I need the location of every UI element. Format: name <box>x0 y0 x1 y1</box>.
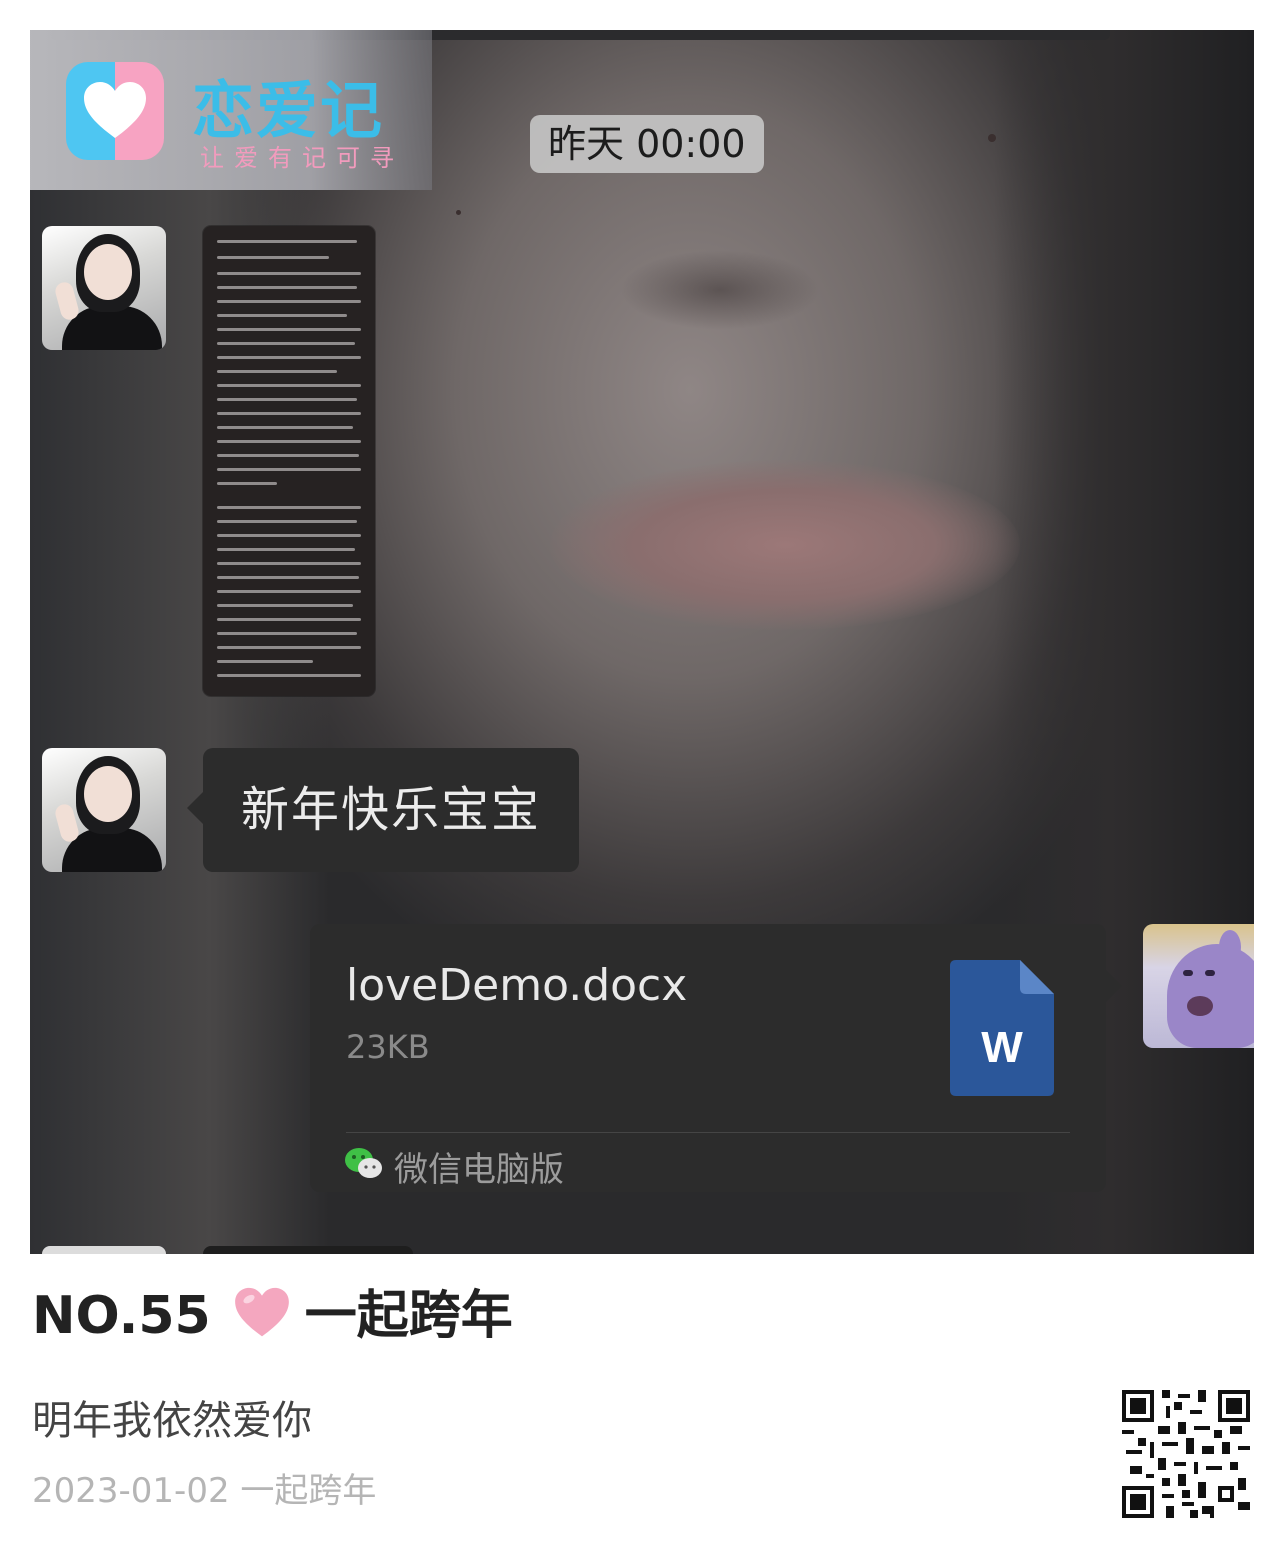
qr-code[interactable] <box>1122 1390 1250 1518</box>
heart-icon <box>84 82 146 138</box>
photo-face-nose <box>620 250 820 330</box>
memory-number: NO.55 <box>32 1286 211 1346</box>
memory-meta: 2023-01-02 一起跨年 <box>32 1463 376 1512</box>
file-source-label: 微信电脑版 <box>394 1150 564 1190</box>
memory-title: NO.55 一起跨年 <box>32 1282 513 1356</box>
app-icon <box>66 62 164 160</box>
photo-face-mark <box>456 210 461 215</box>
memory-title-text: 一起跨年 <box>304 1286 513 1346</box>
next-message-peek <box>203 1246 413 1254</box>
file-size: 23KB <box>346 1028 430 1066</box>
file-name: loveDemo.docx <box>346 960 688 1011</box>
image-message[interactable] <box>203 226 375 696</box>
word-file-icon: W <box>950 960 1054 1096</box>
memory-date-tag: 一起跨年 <box>240 1471 377 1511</box>
heart-icon <box>233 1287 291 1356</box>
word-icon-letter: W <box>981 1023 1023 1072</box>
brand-name: 恋爱记 <box>192 74 385 147</box>
file-card-divider <box>346 1132 1070 1133</box>
memory-description: 明年我依然爱你 <box>32 1398 312 1444</box>
contact-avatar[interactable] <box>42 226 166 350</box>
memory-photo[interactable]: 恋爱记 让爱有记可寻 昨天 00:00 新年快乐宝宝 loveDemo.docx… <box>30 30 1254 1254</box>
my-avatar[interactable] <box>1143 924 1254 1048</box>
memory-date: 2023-01-02 <box>32 1471 230 1511</box>
wechat-icon <box>345 1148 382 1178</box>
photo-face-mark <box>988 134 996 142</box>
app-logo-watermark: 恋爱记 让爱有记可寻 <box>30 30 432 190</box>
contact-avatar[interactable] <box>42 748 166 872</box>
next-avatar-peek <box>42 1246 166 1254</box>
chat-timestamp: 昨天 00:00 <box>530 115 764 173</box>
file-message-card[interactable]: loveDemo.docx 23KB W 微信电脑版 <box>310 924 1122 1192</box>
brand-tagline: 让爱有记可寻 <box>200 144 404 172</box>
photo-face-lips <box>550 460 1020 630</box>
text-message-bubble[interactable]: 新年快乐宝宝 <box>186 748 580 872</box>
